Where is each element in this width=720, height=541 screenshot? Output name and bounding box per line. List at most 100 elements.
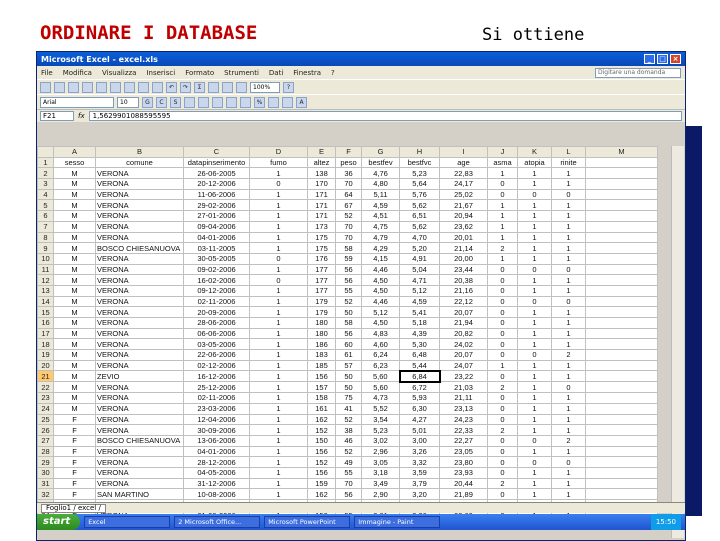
table-cell[interactable]: M (53, 327, 96, 340)
menu-modifica[interactable]: Modifica (63, 69, 92, 77)
table-cell[interactable]: 20,07 (439, 306, 488, 318)
table-cell[interactable]: 1 (517, 445, 552, 458)
table-cell[interactable]: 24,07 (439, 359, 488, 372)
table-cell[interactable]: 56 (335, 327, 362, 340)
table-cell[interactable]: 0 (487, 317, 518, 329)
table-cell[interactable]: 0 (487, 445, 518, 458)
empty-cell[interactable] (585, 413, 658, 426)
empty-cell[interactable] (585, 284, 658, 297)
table-cell[interactable]: 1 (517, 424, 552, 436)
table-cell[interactable]: SAN MARTINO (95, 488, 184, 500)
empty-cell[interactable] (585, 477, 658, 490)
column-header[interactable]: L (551, 146, 586, 158)
table-cell[interactable]: 22,12 (439, 295, 488, 308)
table-cell[interactable]: 23,13 (439, 402, 488, 415)
table-cell[interactable]: VERONA (95, 210, 184, 222)
table-cell[interactable]: BOSCO CHIESANUOVA (95, 242, 184, 254)
header-cell[interactable]: comune (95, 156, 184, 169)
table-cell[interactable]: 0 (487, 413, 518, 426)
table-cell[interactable]: F (53, 445, 96, 458)
table-cell[interactable]: 1 (517, 210, 552, 222)
table-cell[interactable]: VERONA (95, 413, 184, 426)
table-cell[interactable]: 4,59 (399, 295, 440, 308)
empty-cell[interactable] (585, 252, 658, 265)
table-cell[interactable]: 5,23 (399, 167, 440, 180)
row-header[interactable]: 18 (37, 338, 54, 351)
table-cell[interactable]: VERONA (95, 274, 184, 286)
align-right-icon[interactable] (212, 96, 223, 108)
table-cell[interactable]: VERONA (95, 317, 184, 329)
table-cell[interactable]: 22,27 (439, 434, 488, 447)
table-cell[interactable]: VERONA (95, 445, 184, 458)
table-cell[interactable]: 0 (487, 306, 518, 318)
fill-color-icon[interactable] (282, 96, 293, 108)
table-cell[interactable]: 157 (307, 381, 336, 394)
table-cell[interactable]: VERONA (95, 359, 184, 372)
header-cell[interactable]: bestfev (361, 156, 400, 169)
table-cell[interactable]: 46 (335, 434, 362, 447)
row-header[interactable]: 28 (37, 445, 54, 458)
row-header[interactable]: 29 (37, 456, 54, 468)
table-cell[interactable]: F (53, 466, 96, 479)
table-cell[interactable]: 3,05 (361, 456, 400, 468)
table-cell[interactable]: 5,62 (399, 199, 440, 212)
table-cell[interactable]: 1 (517, 466, 552, 479)
table-cell[interactable]: 20-12-2006 (183, 178, 250, 190)
empty-cell[interactable] (585, 488, 658, 500)
table-cell[interactable]: 1 (551, 317, 586, 329)
table-cell[interactable]: 177 (307, 274, 336, 286)
italic-icon[interactable]: C (156, 96, 167, 108)
table-cell[interactable]: 1 (487, 220, 518, 233)
row-header[interactable]: 7 (37, 220, 54, 233)
column-header[interactable]: H (399, 146, 440, 158)
table-cell[interactable]: VERONA (95, 349, 184, 361)
table-cell[interactable]: M (53, 167, 96, 180)
print-icon[interactable] (82, 81, 93, 93)
table-cell[interactable]: 2,96 (361, 445, 400, 458)
table-cell[interactable]: 4,91 (399, 252, 440, 265)
table-cell[interactable]: 09-12-2006 (183, 284, 250, 297)
table-cell[interactable]: 20,94 (439, 210, 488, 222)
table-cell[interactable]: VERONA (95, 424, 184, 436)
table-cell[interactable]: 1 (249, 477, 308, 490)
table-cell[interactable]: 70 (335, 231, 362, 244)
table-cell[interactable]: 24,02 (439, 338, 488, 351)
taskbar-item[interactable]: Immagine - Paint (354, 516, 441, 528)
column-header[interactable]: A (53, 146, 96, 158)
header-cell[interactable]: age (439, 156, 488, 169)
table-cell[interactable]: M (53, 370, 96, 383)
row-header[interactable]: 32 (37, 488, 54, 500)
column-header[interactable]: B (95, 146, 184, 158)
table-cell[interactable]: VERONA (95, 199, 184, 212)
table-cell[interactable]: 5,20 (399, 242, 440, 254)
table-cell[interactable]: 70 (335, 220, 362, 233)
table-cell[interactable]: 1 (487, 231, 518, 244)
table-cell[interactable]: 20,38 (439, 274, 488, 286)
row-header[interactable]: 2 (37, 167, 54, 180)
table-cell[interactable]: 1 (487, 359, 518, 372)
merge-center-icon[interactable] (226, 96, 237, 108)
table-cell[interactable]: 1 (551, 220, 586, 233)
table-cell[interactable]: VERONA (95, 220, 184, 233)
table-cell[interactable]: 0 (487, 370, 518, 383)
start-button[interactable]: start (37, 514, 81, 530)
table-cell[interactable]: 5,60 (361, 370, 400, 383)
empty-cell[interactable] (585, 231, 658, 244)
table-cell[interactable]: 1 (517, 392, 552, 404)
table-cell[interactable]: 0 (517, 188, 552, 201)
table-cell[interactable]: VERONA (95, 327, 184, 340)
table-cell[interactable]: 3,26 (399, 445, 440, 458)
table-cell[interactable]: F (53, 413, 96, 426)
table-cell[interactable]: VERONA (95, 178, 184, 190)
taskbar-item[interactable]: 2 Microsoft Office... (174, 516, 261, 528)
table-cell[interactable]: 1 (551, 445, 586, 458)
table-cell[interactable]: 3,59 (399, 466, 440, 479)
table-cell[interactable]: 1 (249, 317, 308, 329)
table-cell[interactable]: 1 (249, 199, 308, 212)
table-cell[interactable]: 5,76 (399, 188, 440, 201)
table-cell[interactable]: M (53, 295, 96, 308)
table-cell[interactable]: VERONA (95, 338, 184, 351)
column-header[interactable]: I (439, 146, 488, 158)
table-cell[interactable]: 23-03-2006 (183, 402, 250, 415)
table-cell[interactable]: 1 (551, 167, 586, 180)
